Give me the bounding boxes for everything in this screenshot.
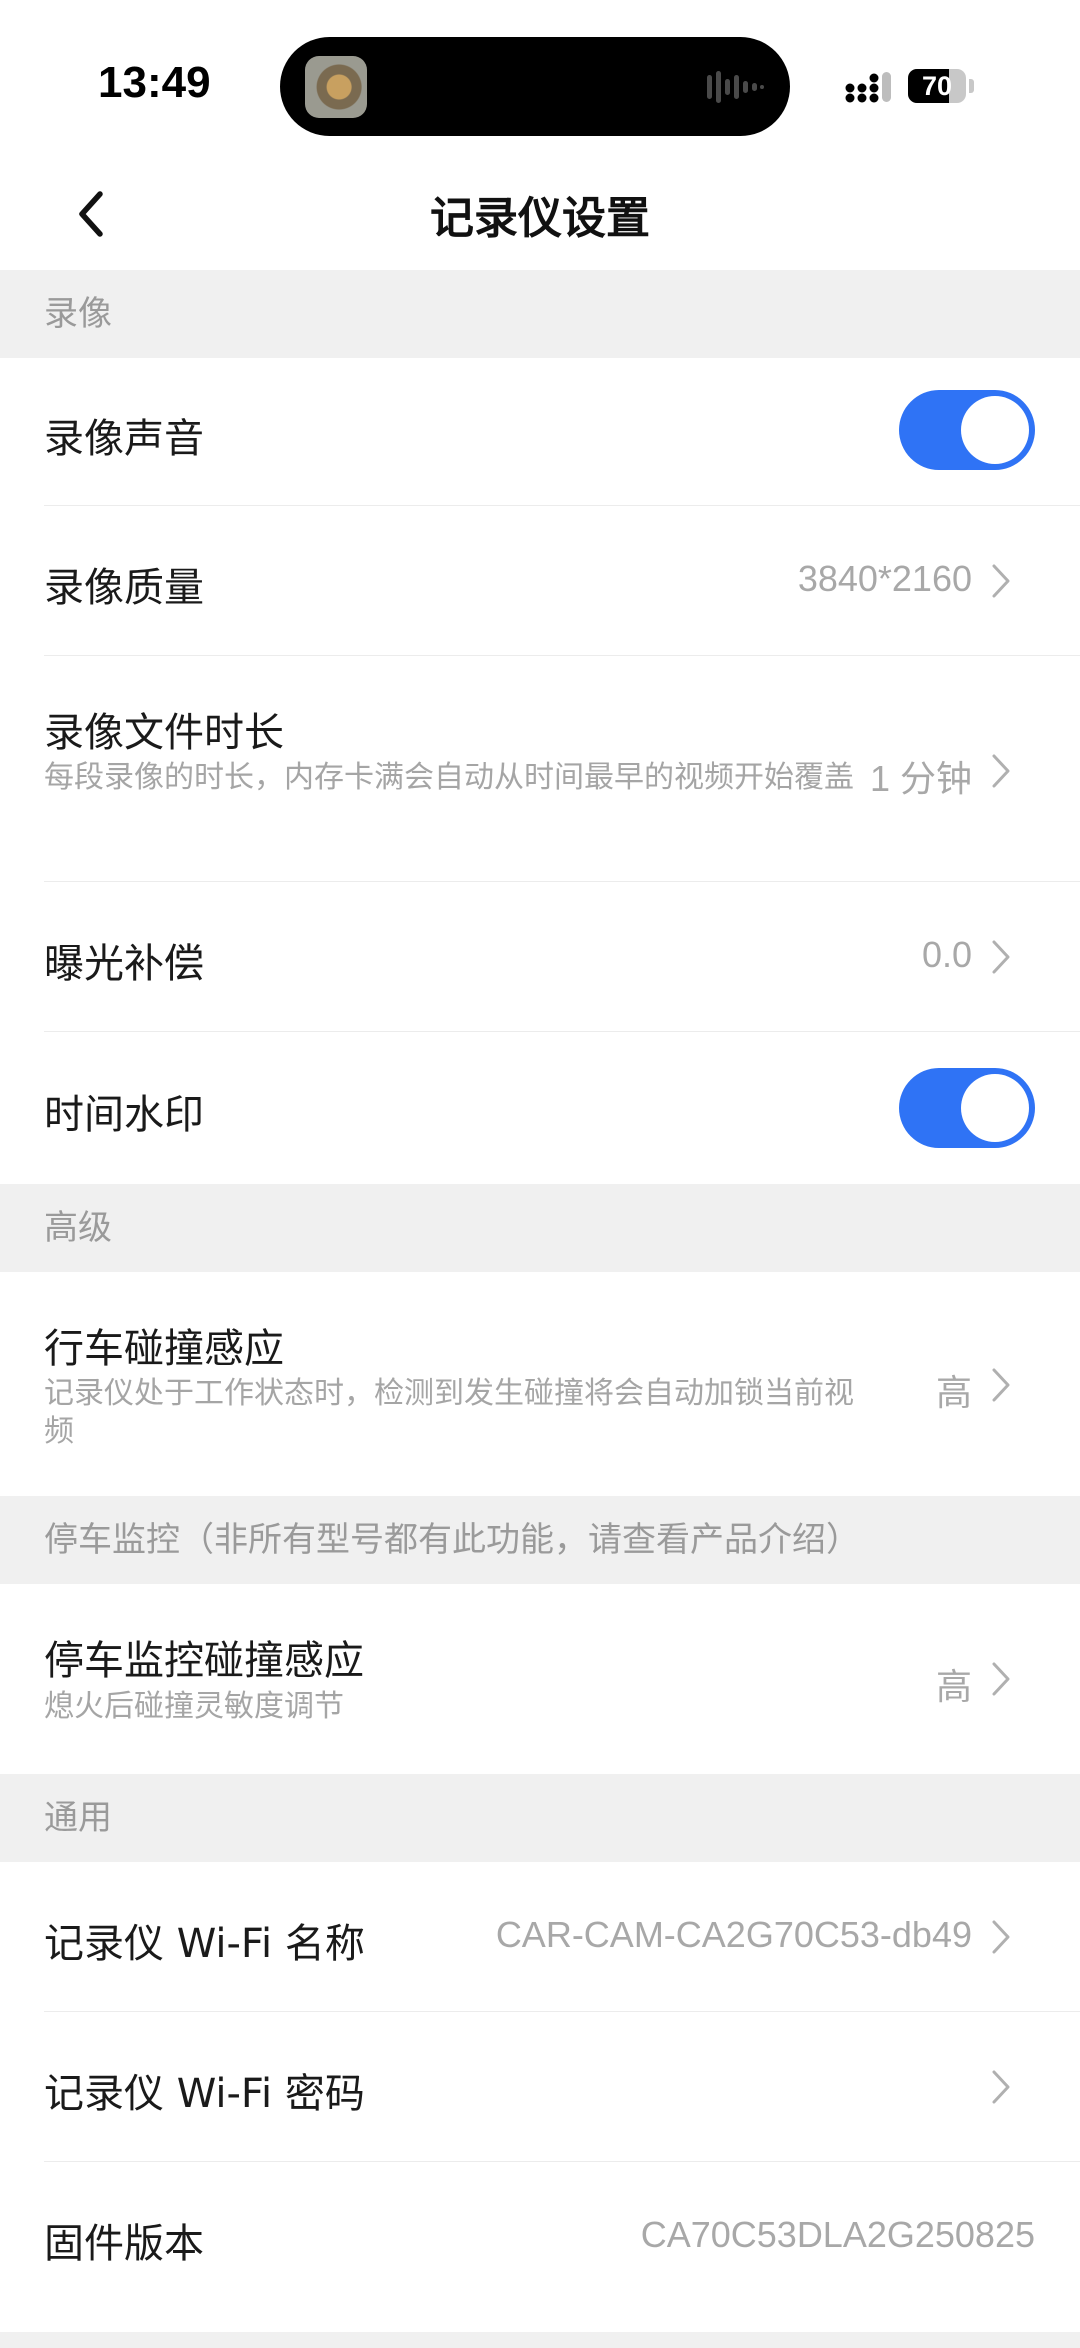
audio-wave-icon [707,71,764,103]
row-firmware-version: 固件版本 CA70C53DLA2G250825 [0,2162,1080,2332]
row-recording-audio[interactable]: 录像声音 [0,358,1080,506]
row-title: 录像文件时长 [44,710,284,756]
battery-tip [969,79,974,93]
row-recording-duration[interactable]: 录像文件时长 每段录像的时长，内存卡满会自动从时间最早的视频开始覆盖 1 分钟 [0,656,1080,882]
section-header-parking: 停车监控（非所有型号都有此功能，请查看产品介绍） [0,1496,1080,1584]
battery-icon: 70 [908,69,966,103]
page-title: 记录仪设置 [430,193,650,244]
row-description: 熄火后碰撞灵敏度调节 [44,1689,344,1724]
row-value: 高 [935,1666,972,1707]
row-value: CAR-CAM-CA2G70C53-db49 [495,1914,972,1955]
row-title: 行车碰撞感应 [44,1326,284,1372]
bottom-strip [0,2332,1080,2348]
row-title: 固件版本 [44,2221,204,2267]
row-title: 时间水印 [44,1092,204,1138]
chevron-right-icon [992,754,1010,788]
nav-bar: 记录仪设置 [0,160,1080,270]
row-value: CA70C53DLA2G250825 [640,2214,1035,2255]
status-time: 13:49 [98,58,211,107]
row-description: 记录仪处于工作状态时，检测到发生碰撞将会自动加锁当前视频 [44,1376,854,1449]
row-value: 3840*2160 [797,558,972,599]
row-title: 记录仪 Wi-Fi 密码 [44,2071,365,2117]
recording-audio-toggle[interactable] [899,390,1035,470]
battery-level: 70 [921,71,953,101]
chevron-right-icon [992,564,1010,598]
chevron-right-icon [992,1368,1010,1402]
row-title: 录像质量 [44,565,204,611]
row-value: 高 [935,1372,972,1413]
toggle-knob [961,396,1029,464]
row-exposure[interactable]: 曝光补偿 0.0 [0,882,1080,1032]
row-time-watermark[interactable]: 时间水印 [0,1032,1080,1184]
section-header-general: 通用 [0,1774,1080,1862]
chevron-right-icon [992,1662,1010,1696]
row-title: 记录仪 Wi-Fi 名称 [44,1921,365,1967]
section-header-recording: 录像 [0,270,1080,358]
row-recording-quality[interactable]: 录像质量 3840*2160 [0,506,1080,656]
row-wifi-password[interactable]: 记录仪 Wi-Fi 密码 [0,2012,1080,2162]
row-title: 停车监控碰撞感应 [44,1638,364,1684]
toggle-knob [961,1074,1029,1142]
chevron-right-icon [992,2070,1010,2104]
row-value: 0.0 [921,934,972,975]
row-parking-collision[interactable]: 停车监控碰撞感应 熄火后碰撞灵敏度调节 高 [0,1584,1080,1774]
time-watermark-toggle[interactable] [899,1068,1035,1148]
section-header-advanced: 高级 [0,1184,1080,1272]
signal-icon [845,72,891,103]
row-wifi-name[interactable]: 记录仪 Wi-Fi 名称 CAR-CAM-CA2G70C53-db49 [0,1862,1080,2012]
row-description: 每段录像的时长，内存卡满会自动从时间最早的视频开始覆盖 [44,760,854,795]
row-driving-collision[interactable]: 行车碰撞感应 记录仪处于工作状态时，检测到发生碰撞将会自动加锁当前视频 高 [0,1272,1080,1496]
row-value: 1 分钟 [869,758,972,799]
status-bar: 13:49 70 [0,0,1080,160]
row-title: 录像声音 [44,416,204,462]
live-activity-thumbnail [305,56,367,118]
chevron-right-icon [992,1920,1010,1954]
row-title: 曝光补偿 [44,941,204,987]
chevron-right-icon [992,940,1010,974]
dynamic-island [280,37,790,136]
